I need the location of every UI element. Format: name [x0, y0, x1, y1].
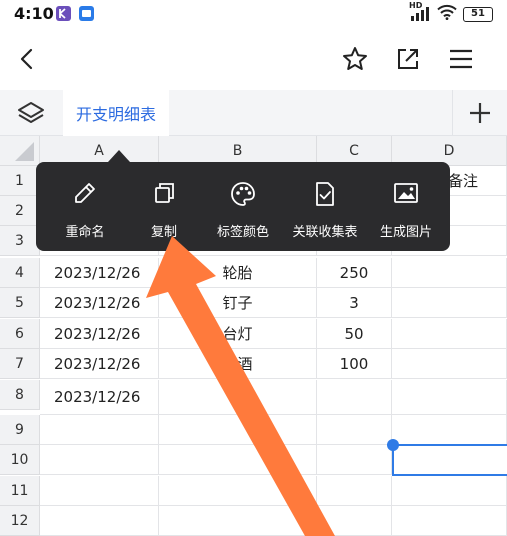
- row-header-10[interactable]: 10: [0, 445, 40, 475]
- palette-icon: [231, 182, 255, 206]
- menu-label-generate-image: 生成图片: [379, 225, 432, 240]
- cell-c5[interactable]: 3: [317, 288, 392, 318]
- select-all-corner[interactable]: [0, 136, 40, 166]
- menu-item-generate-image[interactable]: 生成图片: [368, 162, 444, 251]
- cell-c6[interactable]: 50: [317, 319, 392, 349]
- row-header-1[interactable]: 1: [0, 166, 40, 196]
- cell[interactable]: [392, 288, 507, 318]
- tab-expense-detail[interactable]: 开支明细表: [63, 90, 170, 136]
- row-header-5[interactable]: 5: [0, 288, 40, 318]
- share-button[interactable]: [391, 42, 425, 76]
- cell-b4[interactable]: 轮胎: [159, 258, 317, 288]
- cell[interactable]: [159, 415, 317, 445]
- signal-label: HD: [409, 1, 423, 10]
- cell[interactable]: [317, 476, 392, 506]
- cell[interactable]: [40, 445, 159, 475]
- back-button[interactable]: [10, 42, 44, 76]
- cell[interactable]: [159, 476, 317, 506]
- chevron-left-icon: [20, 48, 33, 70]
- cell[interactable]: [317, 445, 392, 475]
- pencil-icon: [75, 183, 95, 203]
- layers-icon: [18, 102, 44, 123]
- cell-b5[interactable]: 钉子: [159, 288, 317, 318]
- image-icon: [394, 183, 418, 203]
- hamburger-menu-icon: [450, 49, 472, 69]
- app-blue-icon: [79, 6, 94, 21]
- signal-icon: HD: [409, 1, 431, 21]
- menu-item-tag-color[interactable]: 标签颜色: [206, 162, 280, 251]
- menu-item-rename[interactable]: 重命名: [48, 162, 122, 251]
- sheet-list-button[interactable]: [16, 100, 46, 126]
- star-button[interactable]: [338, 42, 372, 76]
- status-indicators: HD 51: [409, 1, 493, 24]
- cell-a6[interactable]: 2023/12/26: [40, 319, 159, 349]
- row-header-8[interactable]: 8: [0, 380, 40, 410]
- selected-cell-d10[interactable]: [392, 444, 507, 476]
- menu-item-link-form[interactable]: 关联收集表: [284, 162, 366, 251]
- cell-c4[interactable]: 250: [317, 258, 392, 288]
- wifi-icon: [437, 4, 457, 24]
- row-header-4[interactable]: 4: [0, 258, 40, 288]
- sheet-context-menu: 重命名 复制 标签颜色 关联收集表 生成图片: [36, 162, 450, 251]
- cell-a8[interactable]: 2023/12/26: [40, 380, 159, 415]
- cell[interactable]: [317, 506, 392, 536]
- status-bar: 4:10 HD 51: [0, 0, 507, 28]
- cell-b6[interactable]: 台灯: [159, 319, 317, 349]
- cell-a7[interactable]: 2023/12/26: [40, 349, 159, 379]
- menu-label-link-form: 关联收集表: [292, 225, 358, 240]
- menu-label-tag-color: 标签颜色: [216, 225, 269, 240]
- cell-c7[interactable]: 100: [317, 349, 392, 379]
- cell[interactable]: [392, 349, 507, 379]
- menu-caret: [108, 150, 130, 162]
- cell[interactable]: [317, 415, 392, 445]
- cell-a5[interactable]: 2023/12/26: [40, 288, 159, 318]
- cell[interactable]: [392, 506, 507, 536]
- sheet-tab-bar: 开支明细表: [0, 90, 507, 136]
- row-header-12[interactable]: 12: [0, 506, 40, 536]
- battery-indicator: 51: [463, 6, 493, 22]
- external-link-icon: [398, 49, 418, 69]
- cell[interactable]: [392, 415, 507, 445]
- cell[interactable]: [317, 380, 392, 415]
- row-header-2[interactable]: 2: [0, 196, 40, 226]
- row-header-9[interactable]: 9: [0, 415, 40, 445]
- cell[interactable]: [40, 415, 159, 445]
- add-sheet-button[interactable]: [452, 90, 507, 136]
- cell[interactable]: [40, 476, 159, 506]
- row-header-7[interactable]: 7: [0, 349, 40, 379]
- copy-icon: [155, 183, 174, 203]
- status-time: 4:10: [14, 4, 54, 23]
- cell[interactable]: [159, 380, 317, 415]
- top-toolbar: [0, 28, 507, 90]
- form-check-icon: [316, 182, 334, 206]
- menu-label-rename: 重命名: [65, 225, 105, 240]
- row-header-11[interactable]: 11: [0, 476, 40, 506]
- cell[interactable]: [159, 506, 317, 536]
- more-menu-button[interactable]: [444, 42, 478, 76]
- cell[interactable]: [392, 476, 507, 506]
- cell-b7[interactable]: 白酒: [159, 349, 317, 379]
- cell[interactable]: [159, 445, 317, 475]
- selection-handle[interactable]: [387, 439, 399, 451]
- plus-icon: [470, 103, 490, 123]
- menu-label-copy: 复制: [150, 225, 177, 240]
- cell-a4[interactable]: 2023/12/26: [40, 258, 159, 288]
- cell[interactable]: [392, 258, 507, 288]
- app-k-icon: [56, 6, 71, 21]
- row-header-3[interactable]: 3: [0, 226, 40, 256]
- cell[interactable]: [40, 506, 159, 536]
- cell[interactable]: [392, 380, 507, 415]
- menu-item-copy[interactable]: 复制: [128, 162, 200, 251]
- row-header-6[interactable]: 6: [0, 319, 40, 349]
- star-icon: [343, 47, 367, 70]
- cell[interactable]: [392, 319, 507, 349]
